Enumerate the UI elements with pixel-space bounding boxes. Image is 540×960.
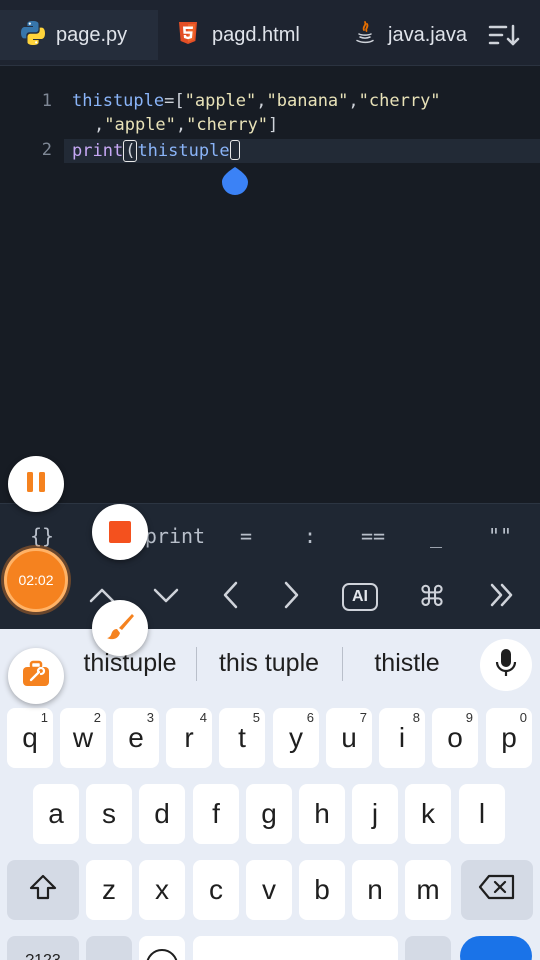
shift-icon xyxy=(28,873,58,908)
tab-page-py[interactable]: page.py xyxy=(0,10,158,60)
line-number: 2 xyxy=(41,140,52,160)
key-h[interactable]: h xyxy=(299,784,345,844)
ai-icon: AI xyxy=(342,583,378,611)
key-p[interactable]: p0 xyxy=(486,708,532,768)
cursor-left-button[interactable] xyxy=(208,580,252,614)
key-u[interactable]: u7 xyxy=(326,708,372,768)
pause-icon xyxy=(24,470,48,499)
key-o[interactable]: o9 xyxy=(432,708,478,768)
tab-pagd-html[interactable]: pagd.html xyxy=(160,10,330,60)
key-n[interactable]: n xyxy=(352,860,398,920)
insert-braces-key[interactable]: {} xyxy=(20,524,64,548)
toolbox-button[interactable] xyxy=(8,648,64,704)
insert-underscore-key[interactable]: _ xyxy=(416,524,456,548)
microphone-icon xyxy=(495,648,517,683)
period-key[interactable] xyxy=(405,936,451,960)
draw-tool-button[interactable] xyxy=(92,600,148,656)
backspace-key[interactable] xyxy=(461,860,533,920)
java-icon xyxy=(354,20,376,51)
backspace-icon xyxy=(478,874,516,907)
insert-print-key[interactable]: print xyxy=(140,524,210,548)
key-q[interactable]: q1 xyxy=(7,708,53,768)
cursor-drag-handle[interactable] xyxy=(221,165,249,195)
key-d[interactable]: d xyxy=(139,784,185,844)
recording-stop-button[interactable] xyxy=(92,504,148,560)
chevron-right-icon xyxy=(283,580,301,615)
insert-equals-key[interactable]: = xyxy=(226,524,266,548)
key-x[interactable]: x xyxy=(139,860,185,920)
tab-label: java.java xyxy=(388,23,467,46)
key-i[interactable]: i8 xyxy=(379,708,425,768)
quick-nav-row: AI ⌘ xyxy=(0,566,540,626)
quick-symbol-row: {} print = : == _ "" xyxy=(0,506,540,566)
command-icon: ⌘ xyxy=(418,581,446,612)
toolbox-icon xyxy=(21,660,51,693)
key-s[interactable]: s xyxy=(86,784,132,844)
sort-tabs-button[interactable] xyxy=(484,20,524,54)
stop-icon xyxy=(109,521,131,543)
key-z[interactable]: z xyxy=(86,860,132,920)
insert-quotes-key[interactable]: "" xyxy=(478,524,522,548)
command-button[interactable]: ⌘ xyxy=(410,580,454,614)
python-icon xyxy=(20,20,46,51)
key-a[interactable]: a xyxy=(33,784,79,844)
recording-timer-badge[interactable]: 02:02 xyxy=(4,548,68,612)
shift-key[interactable] xyxy=(7,860,79,920)
enter-key[interactable] xyxy=(460,936,532,960)
key-b[interactable]: b xyxy=(299,860,345,920)
emoji-key[interactable] xyxy=(139,936,185,960)
emoji-icon xyxy=(146,949,178,960)
suggestion-strip: thistuple this tuple thistle xyxy=(0,629,540,699)
line-number: 1 xyxy=(41,91,52,111)
recording-timer: 02:02 xyxy=(18,572,54,588)
sort-icon xyxy=(488,23,520,52)
paintbrush-icon xyxy=(105,611,135,646)
onscreen-keyboard: thistuple this tuple thistle q1 w2 e3 r4… xyxy=(0,629,540,960)
voice-input-button[interactable] xyxy=(480,639,532,691)
key-v[interactable]: v xyxy=(246,860,292,920)
text-cursor xyxy=(229,140,240,160)
suggestion-divider xyxy=(196,647,197,681)
comma-key[interactable] xyxy=(86,936,132,960)
key-y[interactable]: y6 xyxy=(273,708,319,768)
code-editor[interactable]: 1 2 thistuple=["apple","banana","cherry"… xyxy=(0,67,540,503)
tab-label: page.py xyxy=(56,23,128,46)
cursor-right-button[interactable] xyxy=(270,580,314,614)
symbols-key[interactable]: ?123 xyxy=(7,936,79,960)
key-k[interactable]: k xyxy=(405,784,451,844)
ai-assist-button[interactable]: AI xyxy=(338,580,382,614)
chevron-left-icon xyxy=(221,580,239,615)
key-c[interactable]: c xyxy=(193,860,239,920)
file-tab-bar: page.py pagd.html java.java xyxy=(0,0,540,66)
quick-insert-bar: {} print = : == _ "" AI ⌘ xyxy=(0,503,540,629)
key-r[interactable]: r4 xyxy=(166,708,212,768)
key-g[interactable]: g xyxy=(246,784,292,844)
key-t[interactable]: t5 xyxy=(219,708,265,768)
cursor-down-button[interactable] xyxy=(144,580,188,614)
key-e[interactable]: e3 xyxy=(113,708,159,768)
suggestion-item[interactable]: thistle xyxy=(352,649,462,678)
html5-icon xyxy=(178,21,198,50)
key-m[interactable]: m xyxy=(405,860,451,920)
chevron-down-icon xyxy=(152,586,180,609)
matching-paren: ( xyxy=(123,140,138,162)
key-j[interactable]: j xyxy=(352,784,398,844)
double-chevron-right-icon xyxy=(488,581,516,614)
recording-pause-button[interactable] xyxy=(8,456,64,512)
key-f[interactable]: f xyxy=(193,784,239,844)
code-line-2[interactable]: print(thistuple xyxy=(72,140,240,162)
code-line-1[interactable]: thistuple=["apple","banana","cherry" xyxy=(72,91,441,111)
tab-label: pagd.html xyxy=(212,23,300,46)
key-w[interactable]: w2 xyxy=(60,708,106,768)
insert-double-equals-key[interactable]: == xyxy=(350,524,396,548)
more-keys-button[interactable] xyxy=(480,580,524,614)
key-l[interactable]: l xyxy=(459,784,505,844)
code-line-1-wrap[interactable]: ,"apple","cherry"] xyxy=(94,115,278,135)
tab-java-java[interactable]: java.java xyxy=(332,10,482,60)
suggestion-item[interactable]: this tuple xyxy=(206,649,332,678)
space-key[interactable] xyxy=(193,936,398,960)
insert-colon-key[interactable]: : xyxy=(290,524,330,548)
suggestion-divider xyxy=(342,647,343,681)
